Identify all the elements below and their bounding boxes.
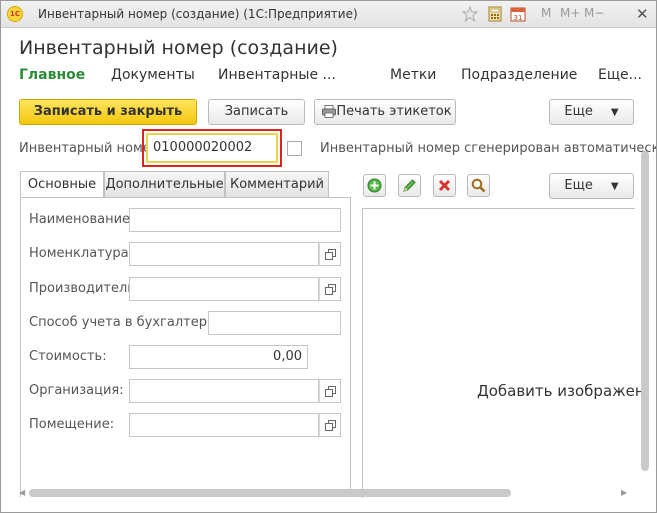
- room-input[interactable]: [129, 413, 319, 437]
- magnifier-icon: [471, 178, 486, 193]
- chevron-down-icon: ▼: [610, 107, 619, 118]
- print-labels-label: Печать этикеток: [336, 104, 452, 119]
- horizontal-scroll-thumb[interactable]: [29, 489, 511, 497]
- accounting-method-input[interactable]: [208, 311, 341, 335]
- printer-icon: [322, 105, 336, 118]
- save-button[interactable]: Записать: [208, 99, 305, 125]
- nomenclature-open-button[interactable]: [319, 242, 341, 266]
- auto-generated-label: Инвентарный номер сгенерирован автоматич…: [320, 141, 657, 156]
- nav-documents[interactable]: Документы: [111, 67, 195, 83]
- title-bar: 1С Инвентарный номер (создание) (1С:Пред…: [1, 1, 656, 28]
- more-button[interactable]: Еще ▼: [549, 99, 634, 125]
- manufacturer-input[interactable]: [129, 277, 319, 301]
- view-image-button[interactable]: [467, 174, 490, 197]
- nav-more[interactable]: Еще...: [598, 67, 642, 83]
- image-more-button[interactable]: Еще ▼: [549, 173, 634, 199]
- organization-input[interactable]: [129, 379, 319, 403]
- name-input[interactable]: [129, 208, 341, 232]
- cost-label: Стоимость:: [29, 349, 107, 364]
- chevron-down-icon: ▼: [610, 181, 619, 192]
- add-image-button[interactable]: [363, 174, 386, 197]
- calendar-icon[interactable]: 31: [510, 6, 526, 22]
- page-title: Инвентарный номер (создание): [19, 37, 338, 59]
- edit-image-button[interactable]: [398, 174, 421, 197]
- manufacturer-open-button[interactable]: [319, 277, 341, 301]
- memory-minus-button[interactable]: M−: [584, 6, 604, 20]
- nomenclature-label: Номенклатура:: [29, 246, 134, 261]
- cost-input[interactable]: 0,00: [129, 345, 308, 369]
- calculator-icon[interactable]: [487, 6, 503, 22]
- memory-plus-button[interactable]: M+: [560, 6, 580, 20]
- pencil-icon: [403, 179, 416, 192]
- nav-main[interactable]: Главное: [19, 67, 85, 83]
- scroll-right-icon[interactable]: ▶: [621, 488, 627, 497]
- room-label: Помещение:: [29, 417, 115, 432]
- save-and-close-button[interactable]: Записать и закрыть: [19, 99, 197, 125]
- manufacturer-label: Производитель:: [29, 281, 140, 296]
- svg-text:31: 31: [514, 14, 523, 22]
- accounting-method-label: Способ учета в бухгалтерии:: [29, 315, 229, 330]
- close-icon[interactable]: ✕: [636, 5, 649, 23]
- organization-label: Организация:: [29, 383, 124, 398]
- horizontal-scrollbar[interactable]: ◀ ▶: [19, 488, 631, 498]
- nav-inventory[interactable]: Инвентарные ...: [218, 67, 336, 83]
- name-label: Наименование:: [29, 212, 135, 227]
- nav-department[interactable]: Подразделение: [461, 67, 577, 83]
- delete-x-icon: [438, 179, 451, 192]
- add-image-link[interactable]: Добавить изображен: [477, 382, 645, 400]
- delete-image-button[interactable]: [433, 174, 456, 197]
- image-panel[interactable]: [362, 208, 635, 498]
- 1c-logo-icon: 1С: [7, 6, 23, 22]
- tab-main[interactable]: Основные: [20, 171, 104, 198]
- plus-circle-icon: [367, 178, 382, 193]
- vertical-scroll-thumb[interactable]: [641, 151, 649, 471]
- print-labels-button[interactable]: Печать этикеток: [314, 99, 456, 125]
- inv-number-input[interactable]: 010000020002: [146, 133, 278, 163]
- vertical-scrollbar[interactable]: [640, 151, 650, 497]
- memory-m-button[interactable]: M: [541, 6, 551, 20]
- nav-tags[interactable]: Метки: [390, 67, 436, 83]
- open-window-icon: [325, 249, 336, 260]
- open-window-icon: [325, 386, 336, 397]
- image-more-label: Еще: [564, 178, 593, 193]
- more-button-label: Еще: [564, 104, 593, 119]
- room-open-button[interactable]: [319, 413, 341, 437]
- scroll-left-icon[interactable]: ◀: [19, 488, 25, 497]
- window-title: Инвентарный номер (создание) (1С:Предпри…: [38, 7, 358, 21]
- open-window-icon: [325, 284, 336, 295]
- favorite-star-icon[interactable]: [461, 5, 479, 23]
- tab-comment[interactable]: Комментарий: [225, 171, 329, 198]
- auto-generated-checkbox[interactable]: [287, 141, 302, 156]
- open-window-icon: [325, 420, 336, 431]
- nomenclature-input[interactable]: [129, 242, 319, 266]
- app-window: 1С Инвентарный номер (создание) (1С:Пред…: [0, 0, 657, 513]
- organization-open-button[interactable]: [319, 379, 341, 403]
- tab-additional[interactable]: Дополнительные: [104, 171, 225, 198]
